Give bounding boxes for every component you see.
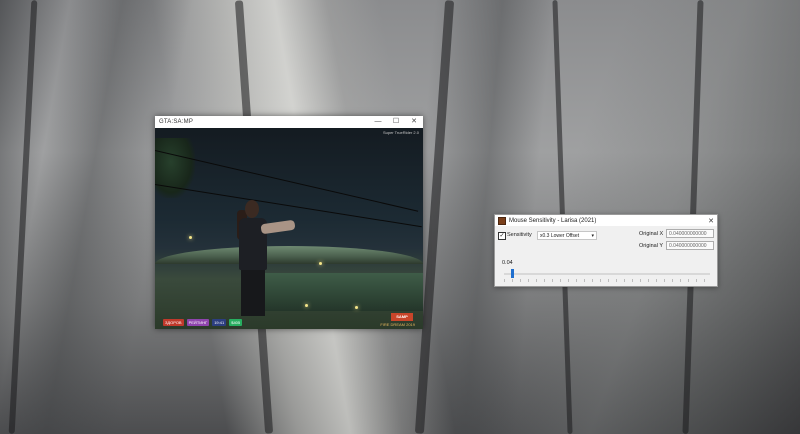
sensitivity-checkbox[interactable]: ✓ bbox=[498, 232, 506, 240]
hud-status-bar: ЗДОРОВ РЕЙТИНГ 19:41 $405 bbox=[163, 319, 243, 326]
character-head bbox=[245, 200, 259, 218]
game-houses bbox=[265, 273, 423, 311]
combo-value: x0.3 Lower Offset bbox=[540, 233, 580, 239]
maximize-icon[interactable]: ☐ bbox=[387, 116, 405, 128]
game-titlebar[interactable]: GTA:SA:MP — ☐ ✕ bbox=[155, 116, 423, 128]
app-icon bbox=[498, 216, 506, 225]
close-icon[interactable]: ✕ bbox=[705, 217, 717, 225]
game-bridge bbox=[155, 246, 423, 264]
ms-titlebar[interactable]: Mouse Sensitivity - Larisa (2021) ✕ bbox=[495, 215, 717, 226]
game-overlay-text: Super TrueRider 2.0 bbox=[382, 130, 419, 135]
offset-combobox[interactable]: x0.3 Lower Offset ▾ bbox=[537, 231, 597, 240]
ms-window-title: Mouse Sensitivity - Larisa (2021) bbox=[509, 217, 597, 224]
game-window[interactable]: GTA:SA:MP — ☐ ✕ Super TrueRider 2.0 ЗДОР… bbox=[155, 116, 423, 329]
server-subtitle: FIRE DREAM 2019 bbox=[380, 322, 415, 327]
chevron-down-icon[interactable]: ▾ bbox=[591, 232, 594, 241]
game-window-title: GTA:SA:MP bbox=[159, 119, 194, 125]
sensitivity-slider-track[interactable] bbox=[504, 273, 710, 275]
slider-ticks bbox=[504, 279, 710, 282]
hud-chip: РЕЙТИНГ bbox=[186, 319, 210, 326]
sensitivity-slider-thumb[interactable] bbox=[510, 269, 514, 278]
server-logo: SAMP bbox=[391, 313, 413, 321]
slider-value-label: 0.04 bbox=[502, 260, 513, 266]
street-light bbox=[305, 304, 308, 307]
rock-crack bbox=[8, 0, 38, 434]
mouse-sensitivity-window[interactable]: Mouse Sensitivity - Larisa (2021) ✕ ✓ Se… bbox=[494, 214, 718, 287]
minimize-icon[interactable]: — bbox=[369, 116, 387, 128]
ms-body: ✓ Sensitivity x0.3 Lower Offset ▾ Origin… bbox=[495, 226, 717, 286]
street-light bbox=[189, 236, 192, 239]
game-viewport[interactable]: Super TrueRider 2.0 ЗДОРОВ РЕЙТИНГ 19:41… bbox=[155, 128, 423, 329]
original-x-field[interactable]: 0.040000000000 bbox=[666, 229, 714, 238]
original-y-label: Original Y bbox=[639, 243, 664, 249]
close-icon[interactable]: ✕ bbox=[405, 116, 423, 128]
street-light bbox=[355, 306, 358, 309]
street-light bbox=[319, 262, 322, 265]
original-x-label: Original X bbox=[639, 231, 664, 237]
player-character bbox=[231, 200, 296, 318]
original-y-field[interactable]: 0.040000000000 bbox=[666, 241, 714, 250]
hud-chip: ЗДОРОВ bbox=[163, 319, 184, 326]
sensitivity-label[interactable]: Sensitivity bbox=[507, 232, 532, 238]
character-legs bbox=[241, 270, 265, 316]
hud-chip: 19:41 bbox=[212, 319, 227, 326]
hud-chip: $405 bbox=[229, 319, 243, 326]
